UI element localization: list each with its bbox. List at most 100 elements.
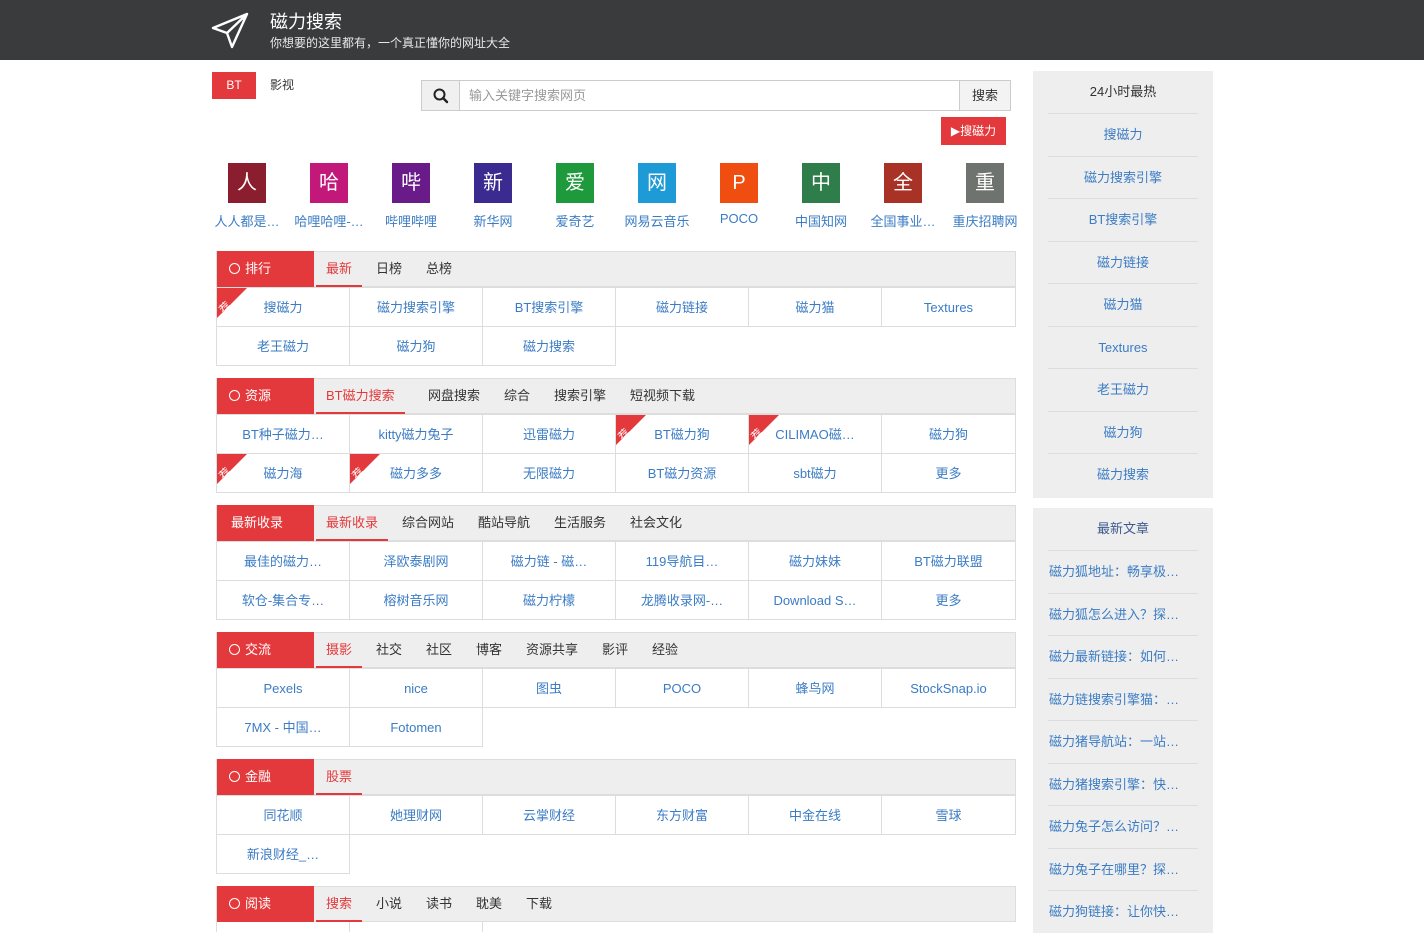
panel-label[interactable]: 资源 [217,378,314,414]
quick-link-label[interactable]: 人人都是… [206,211,288,230]
sidebar-link[interactable]: 磁力最新链接：如何… [1048,635,1198,678]
site-logo-icon[interactable]: 哈 [310,163,348,203]
panel-tab[interactable]: 读书 [426,887,452,922]
site-link[interactable]: 磁力搜索引擎 [349,287,483,327]
panel-tab[interactable]: 生活服务 [554,506,606,541]
sidebar-link[interactable]: 磁力狐地址：畅享极… [1048,550,1198,593]
site-link[interactable]: 同花顺 [216,795,350,835]
site-link[interactable]: 蜂鸟网 [748,668,882,708]
site-link[interactable]: 磁力链 - 磁… [482,541,616,581]
site-link[interactable]: 更多 [881,453,1016,493]
site-link[interactable]: 老王磁力 [216,326,350,366]
site-link[interactable]: 磁力柠檬 [482,580,616,620]
quick-link-label[interactable]: 全国事业… [862,211,944,230]
magnet-search-button[interactable]: ▶搜磁力 [941,117,1006,145]
sidebar-link[interactable]: BT搜索引擎 [1048,198,1198,241]
quick-link-label[interactable]: POCO [698,211,780,226]
panel-tab[interactable]: 影评 [602,633,628,668]
sidebar-link[interactable]: 磁力狐怎么进入？探… [1048,592,1198,636]
site-link[interactable]: 119导航目… [615,541,749,581]
site-link[interactable]: BT磁力资源 [615,453,749,493]
site-link[interactable]: 磁力狗 [881,414,1016,454]
site-link[interactable]: 荐 搜磁力 [216,287,350,327]
sidebar-link[interactable]: 老王磁力 [1048,368,1198,411]
site-link[interactable]: 无限磁力 [482,453,616,493]
site-link[interactable]: StockSnap.io [881,668,1016,708]
paper-plane-icon[interactable] [210,12,250,50]
sidebar-link[interactable]: 磁力链搜索引擎猫：… [1048,677,1198,721]
site-link[interactable]: kitty磁力兔子 [349,414,483,454]
site-link[interactable]: 雪球 [881,795,1016,835]
search-icon[interactable] [422,81,460,110]
panel-tab[interactable]: 最新收录 [316,506,389,541]
panel-tab[interactable]: 摄影 [316,633,363,668]
sidebar-link[interactable]: 磁力猪搜索引擎：快… [1048,762,1198,806]
sidebar-link[interactable]: 磁力搜索引擎 [1048,155,1198,199]
site-logo-icon[interactable]: P [720,163,758,203]
panel-tab[interactable]: 耽美 [476,887,502,922]
panel-tab[interactable]: 博客 [476,633,502,668]
panel-label[interactable]: 阅读 [217,886,314,922]
site-logo-icon[interactable]: 重 [966,163,1004,203]
site-link[interactable]: 东方财富 [615,795,749,835]
panel-tab[interactable]: 社区 [426,633,452,668]
site-link[interactable]: 更多 [881,580,1016,620]
quick-link[interactable]: 人人人都是… [206,163,288,230]
sidebar-link[interactable]: 磁力狗 [1048,410,1198,454]
quick-link-label[interactable]: 重庆招聘网 [944,211,1026,230]
site-link[interactable]: 新浪财经_… [216,834,350,874]
panel-tab[interactable]: 酷站导航 [478,506,530,541]
panel-label[interactable]: 最新收录 [217,505,314,541]
quick-link[interactable]: 哈哈哩哈哩-… [288,163,370,230]
panel-tab[interactable]: 日榜 [376,252,402,287]
site-logo-icon[interactable]: 爱 [556,163,594,203]
site-link[interactable]: 迅雷磁力 [482,414,616,454]
panel-tab[interactable]: 总榜 [426,252,452,287]
site-logo-icon[interactable]: 人 [228,163,266,203]
search-input[interactable] [460,81,960,110]
search-button[interactable]: 搜索 [959,81,1010,110]
panel-tab[interactable]: 综合网站 [402,506,454,541]
site-link[interactable]: 图虫 [482,668,616,708]
sidebar-link[interactable]: 磁力狗链接：让你快… [1048,890,1198,933]
panel-tab[interactable]: 下载 [526,887,552,922]
site-link[interactable]: BT磁力联盟 [881,541,1016,581]
panel-tab[interactable]: 股票 [316,760,363,795]
site-link[interactable]: 榕树音乐网 [349,580,483,620]
sidebar-link[interactable]: 磁力猫 [1048,283,1198,326]
quick-link[interactable]: 哔哔哩哔哩 [370,163,452,230]
site-link[interactable]: 荐 磁力多多 [349,453,483,493]
site-link[interactable]: 中金在线 [748,795,882,835]
site-link[interactable]: 龙腾收录网-… [615,580,749,620]
site-link[interactable]: 最佳的磁力… [216,541,350,581]
quick-link[interactable]: 新新华网 [452,163,534,230]
site-link[interactable]: nice [349,668,483,708]
site-logo-icon[interactable]: 中 [802,163,840,203]
site-link[interactable]: Fotomen [349,707,483,747]
panel-tab[interactable]: 综合 [504,379,530,414]
site-link[interactable]: 荐 BT磁力狗 [615,414,749,454]
site-link[interactable]: 磁力搜索 [482,326,616,366]
site-link[interactable]: POCO [615,668,749,708]
panel-tab[interactable]: BT磁力搜索 [316,379,405,414]
panel-tab[interactable]: 资源共享 [526,633,578,668]
panel-tab[interactable]: 小说 [376,887,402,922]
quick-link-label[interactable]: 哔哩哔哩 [370,211,452,230]
site-link[interactable]: 泽欧泰剧网 [349,541,483,581]
panel-tab[interactable]: 经验 [652,633,678,668]
panel-tab[interactable]: 社交 [376,633,402,668]
site-link[interactable]: 7MX - 中国… [216,707,350,747]
quick-link-label[interactable]: 网易云音乐 [616,211,698,230]
site-link[interactable]: BT搜索引擎 [482,287,616,327]
site-logo-icon[interactable]: 新 [474,163,512,203]
sidebar-link[interactable]: 磁力猪导航站：一站… [1048,720,1198,763]
panel-tab[interactable]: 短视频下载 [630,379,695,414]
quick-link[interactable]: 网网易云音乐 [616,163,698,230]
site-link[interactable]: 磁力猫 [748,287,882,327]
panel-tab[interactable]: 最新 [316,252,363,287]
panel-label[interactable]: 金融 [217,759,314,795]
site-link[interactable]: 荐 磁力海 [216,453,350,493]
site-link[interactable]: BT种子磁力… [216,414,350,454]
site-logo-icon[interactable]: 网 [638,163,676,203]
panel-tab[interactable]: 搜索引擎 [554,379,606,414]
